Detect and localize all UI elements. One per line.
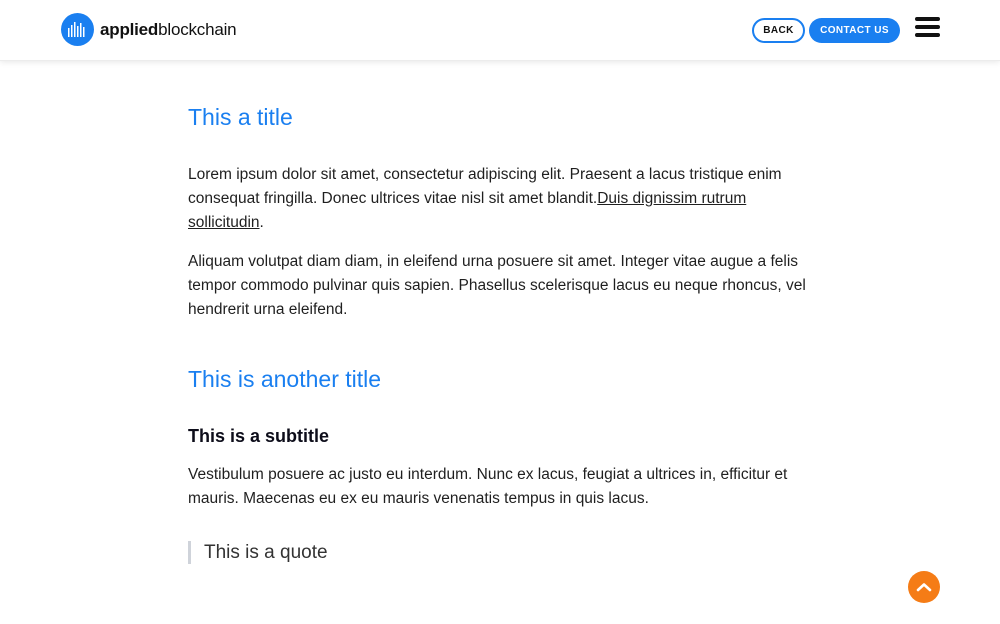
logo-wordmark: appliedblockchain: [100, 19, 237, 39]
menu-bar: [915, 33, 940, 37]
menu-bar: [915, 25, 940, 29]
blockquote: This is a quote: [188, 541, 328, 564]
paragraph-2: Aliquam volutpat diam diam, in eleifend …: [188, 253, 806, 318]
section-subtitle: This is a subtitle: [188, 426, 330, 446]
paragraph-3: Vestibulum posuere ac justo eu interdum.…: [188, 466, 788, 507]
paragraph-1: Lorem ipsum dolor sit amet, consectetur …: [188, 163, 818, 235]
logo-text-bold: applied: [100, 19, 159, 39]
menu-bar: [915, 17, 940, 21]
scroll-to-top-button[interactable]: [908, 571, 940, 603]
logo[interactable]: appliedblockchain: [61, 12, 237, 46]
logo-text-light: blockchain: [158, 19, 237, 39]
back-button[interactable]: BACK: [752, 18, 805, 43]
site-header: appliedblockchain BACK CONTACT US: [0, 0, 1000, 61]
logo-icon: [61, 12, 94, 46]
contact-us-button[interactable]: CONTACT US: [809, 18, 900, 43]
hamburger-icon[interactable]: [915, 17, 940, 41]
article-title: This a title: [188, 104, 293, 130]
chevron-up-icon: [916, 583, 932, 592]
paragraph-1-end: .: [259, 214, 264, 231]
section-title: This is another title: [188, 366, 382, 392]
